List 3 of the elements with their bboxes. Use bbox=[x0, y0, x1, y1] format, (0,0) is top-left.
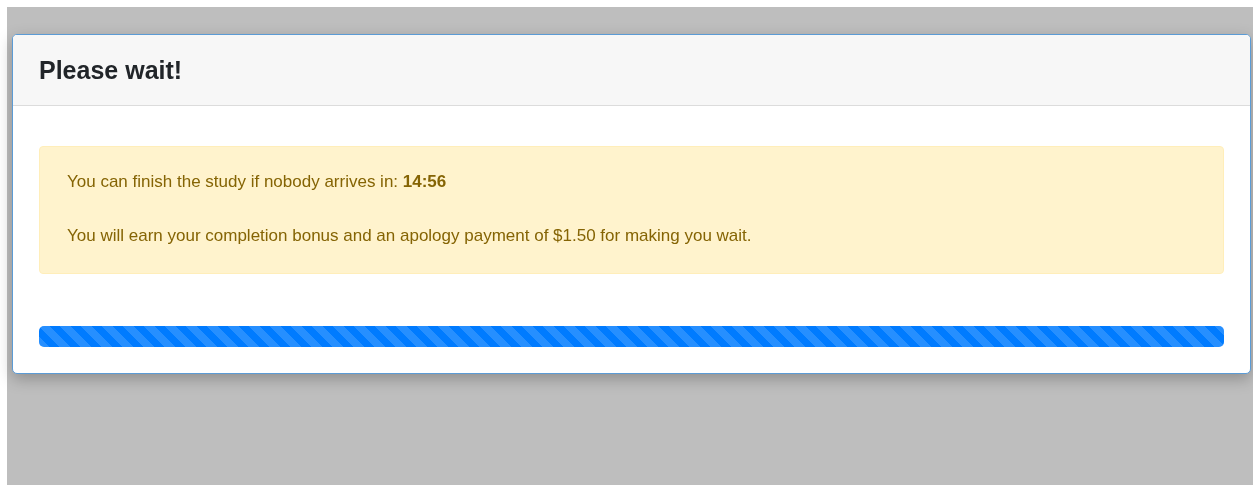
dialog-title: Please wait! bbox=[39, 55, 183, 85]
alert-text: You can finish the study if nobody arrives in: 14:56 bbox=[67, 171, 448, 193]
alert-text: You will earn your completion bonus and an apology payment of $1.50 for making you wait. bbox=[67, 225, 753, 247]
